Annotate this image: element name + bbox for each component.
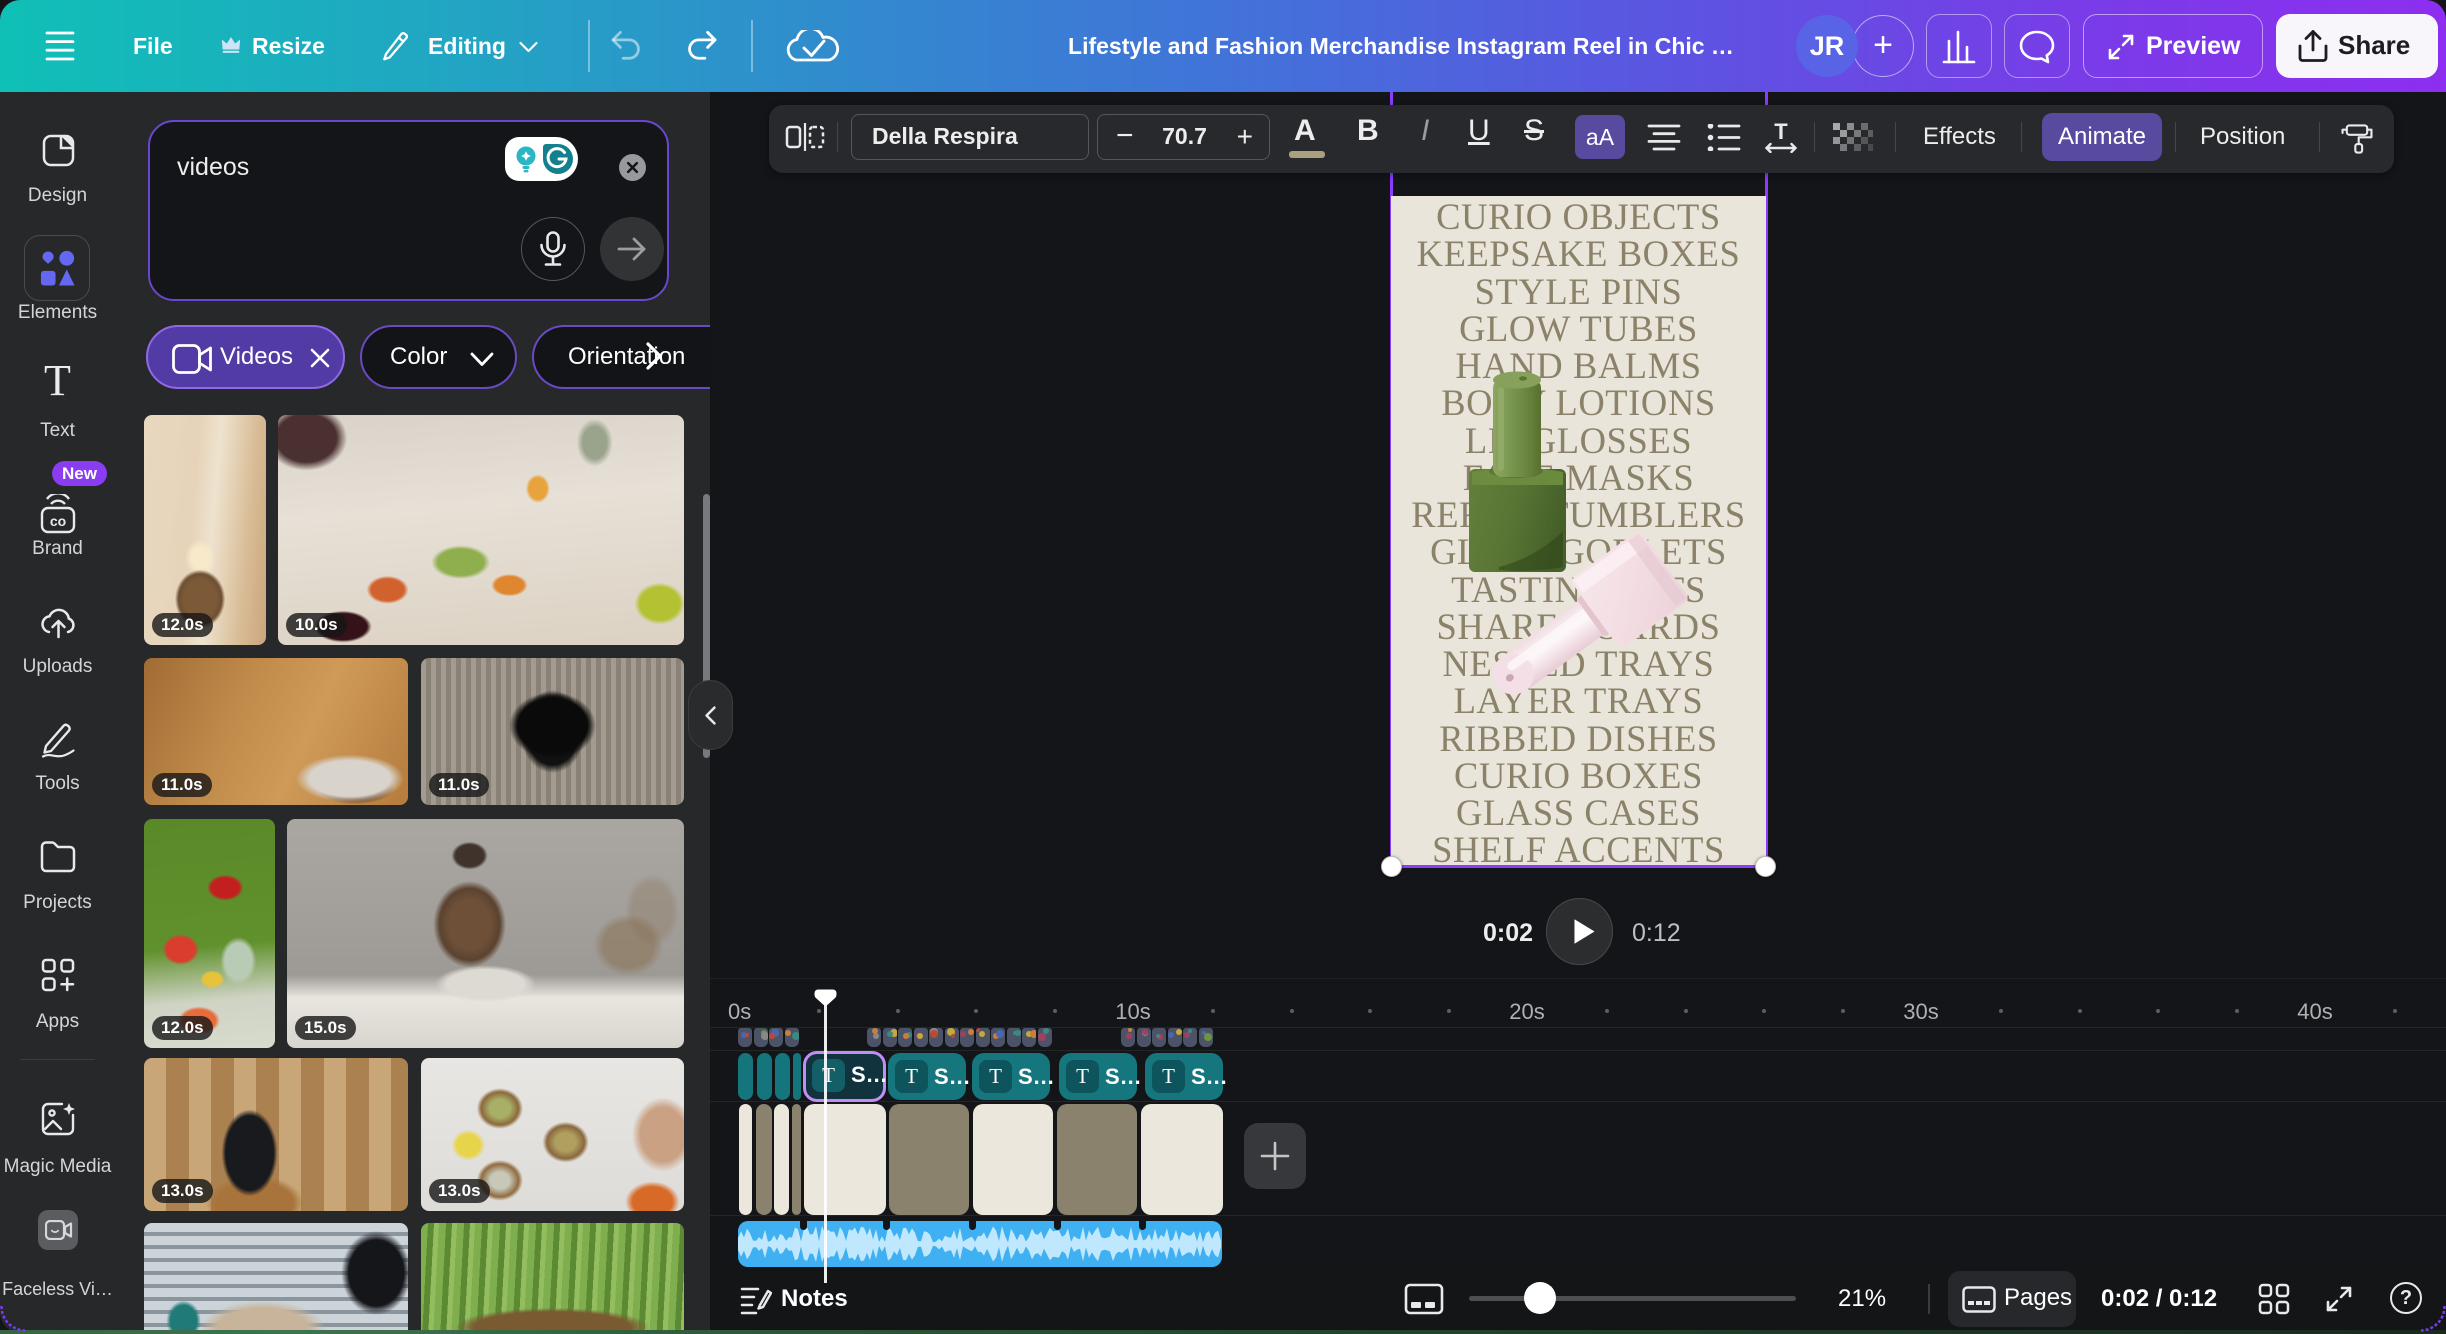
- svg-text:co: co: [50, 513, 66, 529]
- svg-text:T: T: [1774, 121, 1788, 144]
